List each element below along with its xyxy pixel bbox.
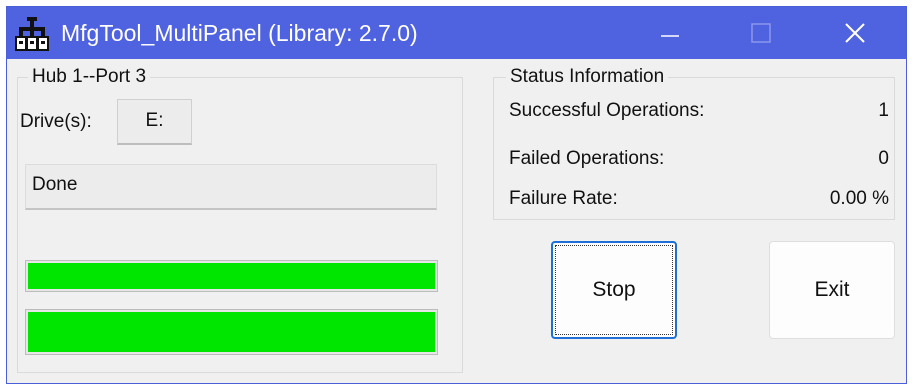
minimize-button[interactable] xyxy=(639,7,699,59)
usb-hub-icon xyxy=(15,17,49,51)
close-button[interactable] xyxy=(825,7,885,59)
successful-operations-value: 1 xyxy=(878,100,889,121)
status-information-title: Status Information xyxy=(506,66,669,88)
close-icon xyxy=(845,23,865,43)
exit-button[interactable]: Exit xyxy=(769,241,895,339)
hub-port-title: Hub 1--Port 3 xyxy=(28,66,151,88)
failure-rate-value: 0.00 % xyxy=(829,188,889,209)
window-title: MfgTool_MultiPanel (Library: 2.7.0) xyxy=(61,20,418,46)
progress-bar-2 xyxy=(25,309,438,355)
failure-rate-label: Failure Rate: xyxy=(509,188,618,209)
progress-bar-1-fill xyxy=(28,263,435,289)
progress-bar-2-fill xyxy=(28,312,435,352)
failed-operations-value: 0 xyxy=(878,148,889,169)
title-bar[interactable]: MfgTool_MultiPanel (Library: 2.7.0) xyxy=(7,7,906,59)
minimize-icon xyxy=(661,35,679,37)
progress-bar-1 xyxy=(25,260,438,292)
drive-label: Drive(s): xyxy=(20,111,92,132)
drive-button[interactable]: E: xyxy=(117,99,192,145)
maximize-icon xyxy=(751,23,771,43)
failed-operations-label: Failed Operations: xyxy=(509,148,665,169)
stop-button[interactable]: Stop xyxy=(551,241,677,339)
maximize-button[interactable] xyxy=(730,7,790,59)
successful-operations-label: Successful Operations: xyxy=(509,100,705,121)
status-text-box: Done xyxy=(25,164,437,210)
app-window: MfgTool_MultiPanel (Library: 2.7.0) Hub … xyxy=(6,6,907,384)
